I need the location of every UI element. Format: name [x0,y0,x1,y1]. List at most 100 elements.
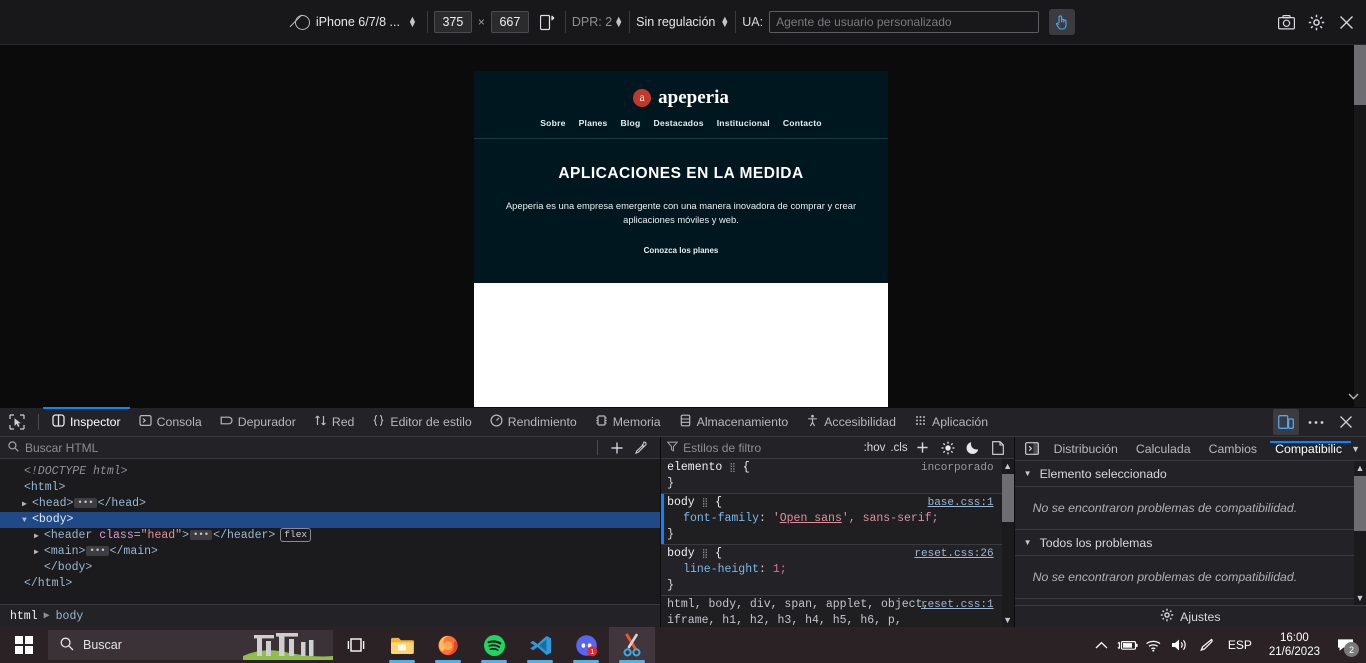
screenshot-icon[interactable] [1272,8,1300,36]
class-toggle[interactable]: .cls [890,442,907,454]
css-property-name[interactable]: font-family [667,512,759,525]
scroll-down-icon[interactable]: ▼ [1354,591,1366,605]
selector-highlighter-icon[interactable]: ⣿ [729,463,736,473]
twisty-icon[interactable]: ▼ [1024,538,1034,547]
css-rule-body-reset26[interactable]: body ⣿ { reset.css:26 line-height: 1; } [661,545,1014,596]
add-rule-icon[interactable] [913,438,933,458]
markup-search-bar[interactable]: Buscar HTML [0,437,661,459]
nav-item-blog[interactable]: Blog [621,118,641,128]
tab-inspector[interactable]: Inspector [43,407,130,436]
wifi-icon[interactable] [1141,627,1167,663]
tab-almacenamiento[interactable]: Almacenamiento [670,408,798,436]
print-media-icon[interactable] [988,438,1008,458]
rules-filter-placeholder[interactable]: Estilos de filtro [683,441,761,455]
spotify-icon[interactable] [471,627,517,663]
rule-source-link[interactable]: reset.css:26 [914,548,993,560]
twisty-icon[interactable]: ▶ [34,529,44,545]
nav-item-contacto[interactable]: Contacto [783,118,822,128]
markup-node-html-close[interactable]: </html> [0,576,660,592]
vscode-icon[interactable] [517,627,563,663]
tab-red[interactable]: Red [305,408,364,436]
css-rule-element[interactable]: elemento ⣿ { incorporado } [661,459,1014,494]
tab-distribucion[interactable]: Distribución [1045,442,1127,456]
flex-badge[interactable]: flex [280,528,312,542]
css-property-name[interactable]: line-height [667,563,759,576]
pen-icon[interactable] [1193,627,1219,663]
windows-start-icon[interactable] [0,627,48,663]
tab-cambios[interactable]: Cambios [1200,442,1267,456]
hero-cta-link[interactable]: Conozca los planes [488,246,874,255]
css-rule-body-base[interactable]: body ⣿ { base.css:1 font-family: 'Open s… [661,494,1014,545]
rule-source-link[interactable]: base.css:1 [928,497,994,509]
volume-icon[interactable] [1167,627,1193,663]
viewport-height-input[interactable] [490,11,529,33]
tab-calculada[interactable]: Calculada [1127,442,1200,456]
markup-node-header[interactable]: ▶ <header class="head"> ••• </header> flex [0,528,660,544]
task-view-icon[interactable] [333,627,379,663]
close-devtools-icon[interactable] [1333,409,1359,435]
markup-node-html[interactable]: <html> [0,480,660,496]
dpr-stepper[interactable]: ▲ ▼ [614,15,623,29]
section-elemento-seleccionado[interactable]: ▼ Elemento seleccionado [1014,461,1366,487]
nav-item-institucional[interactable]: Institucional [717,118,770,128]
rule-selector[interactable]: body [667,496,695,509]
scroll-up-icon[interactable]: ▲ [1354,461,1366,475]
firefox-icon[interactable] [425,627,471,663]
file-explorer-icon[interactable] [379,627,425,663]
twisty-icon[interactable]: ▼ [22,513,32,529]
markup-node-doctype[interactable]: <!DOCTYPE html> [0,464,660,480]
twisty-icon[interactable]: ▶ [34,545,44,561]
chevron-down-icon[interactable]: ▼ [1351,444,1366,454]
breadcrumb-item-html[interactable]: html [10,610,38,623]
collapsed-children-icon[interactable]: ••• [189,530,213,540]
collapsed-children-icon[interactable]: ••• [74,498,97,508]
tab-memoria[interactable]: Memoria [586,408,670,436]
device-viewport[interactable]: a apeperia Sobre Planes Blog Destacados … [474,71,888,407]
meatball-menu-icon[interactable] [1303,409,1329,435]
plus-icon[interactable] [606,438,628,458]
twisty-icon[interactable]: ▶ [22,497,32,513]
markup-node-main[interactable]: ▶ <main> ••• </main> [0,544,660,560]
show-hidden-icons-icon[interactable] [1089,627,1115,663]
compat-scrollbar-thumb[interactable] [1354,476,1366,531]
rule-source-link[interactable]: reset.css:1 [921,599,994,611]
close-icon[interactable] [1332,8,1360,36]
notifications-icon[interactable]: 2 [1328,627,1362,663]
css-property-value[interactable]: 1; [773,563,787,576]
twisty-icon[interactable]: ▼ [1024,469,1034,478]
markup-node-body[interactable]: ▼ <body> [0,512,661,529]
tab-depurador[interactable]: Depurador [211,408,305,436]
discord-icon[interactable]: 1 [563,627,609,663]
css-rule-reset1[interactable]: html, body, div, span, applet, object, i… [661,596,1014,627]
scroll-up-icon[interactable]: ▲ [1002,459,1014,473]
gear-icon[interactable] [1302,8,1330,36]
eyedropper-icon[interactable] [630,438,652,458]
touch-simulation-icon[interactable] [1049,9,1076,35]
selector-highlighter-icon[interactable]: ⣿ [702,498,709,508]
breadcrumb-item-body[interactable]: body [56,610,84,623]
viewport-width-input[interactable] [433,11,472,33]
markup-node-body-close[interactable]: </body> [0,560,660,576]
markup-tree[interactable]: <!DOCTYPE html> <html> ▶ <head> ••• </head>… [0,459,661,604]
selector-highlighter-icon[interactable]: ⣿ [702,549,709,559]
settings-button[interactable]: Ajustes [1014,605,1366,627]
site-brand[interactable]: a apeperia [474,83,888,109]
nav-item-sobre[interactable]: Sobre [540,118,565,128]
tab-accesibilidad[interactable]: Accesibilidad [797,408,905,436]
element-picker-icon[interactable] [0,408,34,436]
rule-selector[interactable]: body [667,547,695,560]
responsive-design-mode-icon[interactable] [1273,409,1299,435]
rules-list[interactable]: elemento ⣿ { incorporado } body ⣿ { base… [661,459,1014,627]
language-indicator[interactable]: ESP [1219,638,1261,652]
rules-scrollbar[interactable]: ▲ ▼ [1001,459,1014,627]
tab-aplicacion[interactable]: Aplicación [905,408,997,436]
dark-scheme-icon[interactable] [963,438,983,458]
search-input[interactable]: Buscar [48,630,333,660]
rules-scrollbar-thumb[interactable] [1001,474,1014,522]
layout-panel-icon[interactable] [1019,438,1045,460]
tab-editor-de-estilo[interactable]: Editor de estilo [363,408,480,436]
battery-charging-icon[interactable] [1115,627,1141,663]
user-agent-input[interactable] [769,11,1040,33]
network-throttling-select[interactable]: Sin regulación ▲ ▼ [636,15,729,30]
light-scheme-icon[interactable] [938,438,958,458]
